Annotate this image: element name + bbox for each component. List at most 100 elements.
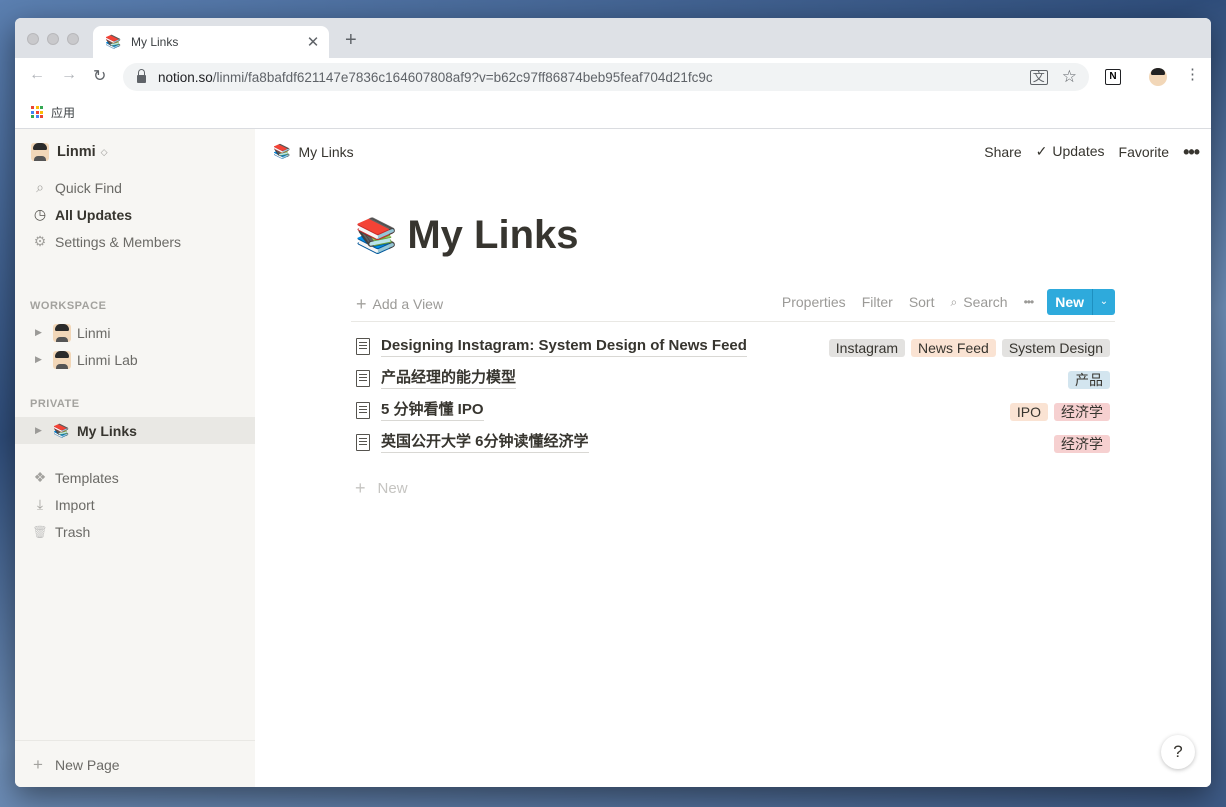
browser-menu-icon[interactable]: ⋮ [1185,67,1200,82]
page-avatar-icon [53,323,71,342]
sidebar-page-linmi[interactable]: ▶ Linmi [15,319,255,346]
page-actions: Share ✓ Updates Favorite ••• [970,143,1200,161]
sidebar-page-label: Linmi [77,324,111,341]
tab-bar: 📚 My Links ✕ + [15,18,1211,58]
list-item-title[interactable]: Designing Instagram: System Design of Ne… [381,337,747,357]
list-item-title[interactable]: 5 分钟看懂 IPO [381,401,484,421]
favorite-button[interactable]: Favorite [1119,144,1170,160]
tag[interactable]: Instagram [828,339,906,357]
list-item-title[interactable]: 英国公开大学 6分钟读懂经济学 [381,433,589,453]
page-header: 📚 My Links [355,213,579,258]
close-window-button[interactable] [27,33,39,45]
apps-bookmark[interactable]: 应用 [51,104,75,121]
page-icon[interactable]: 📚 [355,219,397,253]
sidebar-item-label: Templates [55,469,119,486]
new-row-label: New [377,479,408,497]
workspace-name: Linmi [57,144,96,160]
reload-icon[interactable]: ↻ [93,66,106,86]
page-avatar-icon [53,350,71,369]
gear-icon: ⚙ [33,233,47,249]
tag[interactable]: News Feed [911,339,996,357]
translate-icon[interactable]: 文 [1029,69,1048,85]
new-record-button[interactable]: New ⌄ [1047,289,1115,315]
books-icon: 📚 [105,34,122,49]
books-icon: 📚 [53,422,70,438]
new-page-label: New Page [55,756,120,773]
sidebar-page-label: My Links [77,422,137,439]
filter-button[interactable]: Filter [862,294,893,310]
sidebar-item-label: Settings & Members [55,233,182,250]
new-page-button[interactable]: + New Page [15,740,255,787]
books-icon: 📚 [273,143,291,159]
view-actions: Properties Filter Sort ⌕ Search ••• New … [766,289,1115,315]
plus-icon: + [356,294,367,314]
expand-triangle-icon[interactable]: ▶ [35,354,42,365]
list-item[interactable]: 产品经理的能力模型 产品 [351,363,1115,395]
check-icon: ✓ [1035,143,1048,159]
new-button-label[interactable]: New [1047,289,1092,315]
expand-triangle-icon[interactable]: ▶ [35,425,42,436]
bookmark-star-icon[interactable]: ☆ [1062,67,1077,87]
help-button[interactable]: ? [1161,735,1195,769]
lock-icon[interactable] [137,69,146,83]
sidebar-item-quick-find[interactable]: ⌕ Quick Find [15,174,255,201]
add-view-button[interactable]: + Add a View [356,295,443,313]
sidebar-item-trash[interactable]: 🗑 Trash [15,518,255,545]
updates-button[interactable]: ✓ Updates [1036,143,1105,160]
share-button[interactable]: Share [984,144,1021,160]
tag[interactable]: System Design [1001,339,1110,357]
sidebar-item-label: Trash [55,523,91,540]
profile-avatar[interactable] [1149,68,1167,86]
sidebar-page-my-links[interactable]: ▶ 📚 My Links [15,417,255,444]
properties-button[interactable]: Properties [782,294,846,310]
list-item[interactable]: 英国公开大学 6分钟读懂经济学 经济学 [351,427,1115,459]
tag[interactable]: 经济学 [1054,435,1110,453]
sidebar-item-label: Import [55,496,95,513]
sidebar-page-linmi-lab[interactable]: ▶ Linmi Lab [15,346,255,373]
tag[interactable]: 产品 [1068,371,1110,389]
tag[interactable]: IPO [1009,403,1048,421]
sort-button[interactable]: Sort [909,294,935,310]
new-tab-button[interactable]: + [345,30,357,50]
workspace-switcher[interactable]: Linmi ◇ [31,143,108,161]
view-more-icon[interactable]: ••• [1024,295,1035,309]
browser-tab[interactable]: 📚 My Links ✕ [93,26,329,58]
page-title[interactable]: My Links [407,213,578,258]
document-icon [356,370,370,387]
apps-grid-icon[interactable] [31,106,43,118]
sidebar-item-templates[interactable]: ❖ Templates [15,464,255,491]
tag[interactable]: 经济学 [1054,403,1110,421]
browser-window: 📚 My Links ✕ + ← → ↻ notion.so/linmi/fa8… [15,18,1211,787]
forward-icon[interactable]: → [61,66,77,84]
sidebar-item-label: All Updates [55,206,133,223]
close-tab-icon[interactable]: ✕ [305,33,321,51]
list-item-title[interactable]: 产品经理的能力模型 [381,369,517,389]
sidebar-item-label: Quick Find [55,179,122,196]
tag-list: 经济学 [1054,435,1110,453]
add-view-label: Add a View [372,296,444,312]
sidebar-item-settings[interactable]: ⚙ Settings & Members [15,228,255,255]
sidebar-item-all-updates[interactable]: ◷ All Updates [15,201,255,228]
breadcrumb[interactable]: 📚 My Links [273,143,354,160]
list-item[interactable]: Designing Instagram: System Design of Ne… [351,331,1115,363]
templates-icon: ❖ [33,469,47,485]
sidebar-page-label: Linmi Lab [77,351,138,368]
add-new-row-button[interactable]: + New [351,479,408,497]
minimize-window-button[interactable] [47,33,59,45]
notion-extension-icon[interactable]: N [1105,69,1121,85]
sidebar-item-import[interactable]: ⤓ Import [15,491,255,518]
maximize-window-button[interactable] [67,33,79,45]
search-button[interactable]: Search [963,294,1007,310]
back-icon[interactable]: ← [29,66,45,84]
plus-icon: + [33,754,43,774]
url-text[interactable]: notion.so/linmi/fa8bafdf621147e7836c1646… [158,70,1030,85]
search-icon[interactable]: ⌕ [951,295,958,310]
chevron-down-icon[interactable]: ⌄ [1092,289,1115,315]
import-icon: ⤓ [36,496,44,512]
list-item[interactable]: 5 分钟看懂 IPO IPO 经济学 [351,395,1115,427]
address-bar[interactable]: notion.so/linmi/fa8bafdf621147e7836c1646… [123,63,1089,91]
expand-triangle-icon[interactable]: ▶ [35,327,42,338]
main-content: 📚 My Links Share ✓ Updates Favorite ••• 📚… [255,129,1211,787]
private-section-label: PRIVATE [30,398,80,410]
more-options-icon[interactable]: ••• [1183,143,1200,161]
